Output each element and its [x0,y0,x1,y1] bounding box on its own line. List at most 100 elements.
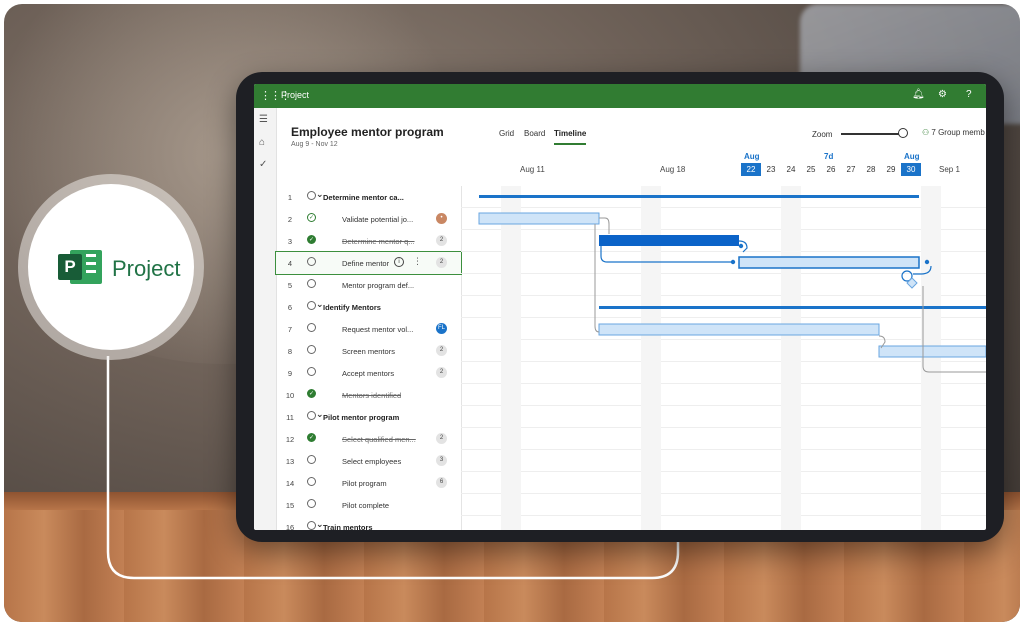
task-number: 9 [287,369,293,378]
task-row[interactable]: 5 Mentor program def... [276,274,461,296]
task-complete-checkbox[interactable] [307,499,316,508]
home-icon[interactable]: ⌂ [259,137,265,148]
task-complete-checkbox[interactable] [307,477,316,486]
task-name[interactable]: Pilot complete [342,501,389,510]
task-number: 16 [285,523,295,530]
tab-grid[interactable]: Grid [499,129,514,138]
assignee-avatar[interactable]: • [436,213,447,224]
task-name[interactable]: Validate potential jo... [342,215,413,224]
summary-bar[interactable] [599,306,986,309]
task-name[interactable]: Pilot program [342,479,387,488]
task-name[interactable]: Determine mentor q... [342,237,415,246]
task-row[interactable]: 3 ✓ Determine mentor q... 2 [276,230,461,252]
task-name[interactable]: Determine mentor ca... [323,193,404,202]
checklist-count-badge[interactable]: 2 [436,235,447,246]
tablet-device: ⋮⋮⋮ Project 🔔︎ ⚙ ? ☰ ⌂ ✓ Employee mentor… [236,72,1004,542]
task-bar[interactable] [878,345,986,358]
task-name[interactable]: Select qualified men... [342,435,416,444]
task-list: 1 ⌄ Determine mentor ca... 2 ✓ Validate poten… [275,186,462,530]
day-cell: 25 [806,165,816,174]
task-row[interactable]: 14 Pilot program 6 [276,472,461,494]
gear-icon[interactable]: ⚙ [938,89,947,100]
task-name[interactable]: Select employees [342,457,401,466]
milestone-diamond[interactable] [906,277,918,289]
task-row[interactable]: 2 ✓ Validate potential jo... • [276,208,461,230]
task-row[interactable]: 12 ✓ Select qualified men... 2 [276,428,461,450]
month-label: Aug [744,152,760,161]
task-name[interactable]: Identify Mentors [323,303,381,312]
task-row[interactable]: 1 ⌄ Determine mentor ca... [276,186,461,208]
assignee-avatar[interactable]: FL [436,323,447,334]
task-complete-checkbox[interactable]: ✓ [307,213,316,222]
bell-icon[interactable]: 🔔︎ [912,89,925,100]
task-row[interactable]: 11 ⌄ Pilot mentor program [276,406,461,428]
task-bar[interactable] [478,212,600,225]
dependency-link [599,217,610,234]
task-bar[interactable] [599,235,739,246]
check-icon[interactable]: ✓ [259,159,267,170]
task-name[interactable]: Pilot mentor program [323,413,399,422]
task-complete-checkbox[interactable] [307,521,316,530]
checklist-count-badge[interactable]: 2 [436,257,447,268]
tab-board[interactable]: Board [524,129,545,138]
task-name[interactable]: Mentors identified [342,391,401,400]
info-icon[interactable]: i [394,257,404,267]
task-complete-checkbox[interactable] [307,191,316,200]
task-complete-checkbox[interactable] [307,367,316,376]
task-complete-checkbox[interactable] [307,301,316,310]
zoom-label: Zoom [812,130,833,139]
task-complete-checkbox[interactable]: ✓ [307,235,316,244]
app-name: Project [281,90,310,100]
task-bar[interactable] [598,323,880,336]
task-complete-checkbox[interactable]: ✓ [307,389,316,398]
day-cell: 27 [846,165,856,174]
app-screen: ⋮⋮⋮ Project 🔔︎ ⚙ ? ☰ ⌂ ✓ Employee mentor… [254,84,986,530]
task-row[interactable]: 8 Screen mentors 2 [276,340,461,362]
task-complete-checkbox[interactable] [307,279,316,288]
zoom-slider[interactable] [841,133,903,135]
task-row[interactable]: 13 Select employees 3 [276,450,461,472]
checklist-count-badge[interactable]: 6 [436,477,447,488]
hamburger-icon[interactable]: ☰ [259,114,268,125]
dependency-link [600,246,733,263]
task-complete-checkbox[interactable] [307,257,316,266]
checklist-count-badge[interactable]: 2 [436,367,447,378]
zoom-slider-handle[interactable] [898,128,908,138]
task-row[interactable]: 16 ⌄ Train mentors [276,516,461,530]
tab-timeline[interactable]: Timeline [554,129,587,145]
task-row[interactable]: 6 ⌄ Identify Mentors [276,296,461,318]
task-name[interactable]: Request mentor vol... [342,325,413,334]
checklist-count-badge[interactable]: 3 [436,455,447,466]
task-complete-checkbox[interactable] [307,455,316,464]
help-icon[interactable]: ? [966,89,972,100]
task-name[interactable]: Train mentors [323,523,373,530]
link-handle[interactable] [730,259,736,265]
task-bar-selected[interactable] [738,256,920,269]
task-number: 1 [287,193,293,202]
link-handle[interactable] [738,243,744,249]
group-members-button[interactable]: ⚇ 7 Group memb [922,128,985,137]
task-name[interactable]: Define mentor [342,259,389,268]
task-row[interactable]: 10 ✓ Mentors identified [276,384,461,406]
members-icon: ⚇ [922,128,930,137]
task-complete-checkbox[interactable] [307,323,316,332]
logo-wordmark: Project [112,256,181,281]
task-row[interactable]: 7 Request mentor vol... FL [276,318,461,340]
task-complete-checkbox[interactable]: ✓ [307,433,316,442]
checklist-count-badge[interactable]: 2 [436,433,447,444]
more-options-icon[interactable]: ⋮ [413,256,422,267]
task-row[interactable]: 9 Accept mentors 2 [276,362,461,384]
task-name[interactable]: Accept mentors [342,369,394,378]
task-name[interactable]: Screen mentors [342,347,395,356]
task-complete-checkbox[interactable] [307,345,316,354]
task-row[interactable]: 15 Pilot complete [276,494,461,516]
task-complete-checkbox[interactable] [307,411,316,420]
app-header: ⋮⋮⋮ Project 🔔︎ ⚙ ? [254,84,986,108]
summary-bar[interactable] [479,195,919,198]
task-name[interactable]: Mentor program def... [342,281,414,290]
logo-letter: P [58,254,82,280]
task-row[interactable]: 4 Define mentor i ⋮ 2 [275,251,462,275]
background-photo: P Project ⋮⋮⋮ Project 🔔︎ ⚙ ? ☰ ⌂ ✓ Emplo… [4,4,1020,622]
link-handle[interactable] [924,259,930,265]
checklist-count-badge[interactable]: 2 [436,345,447,356]
